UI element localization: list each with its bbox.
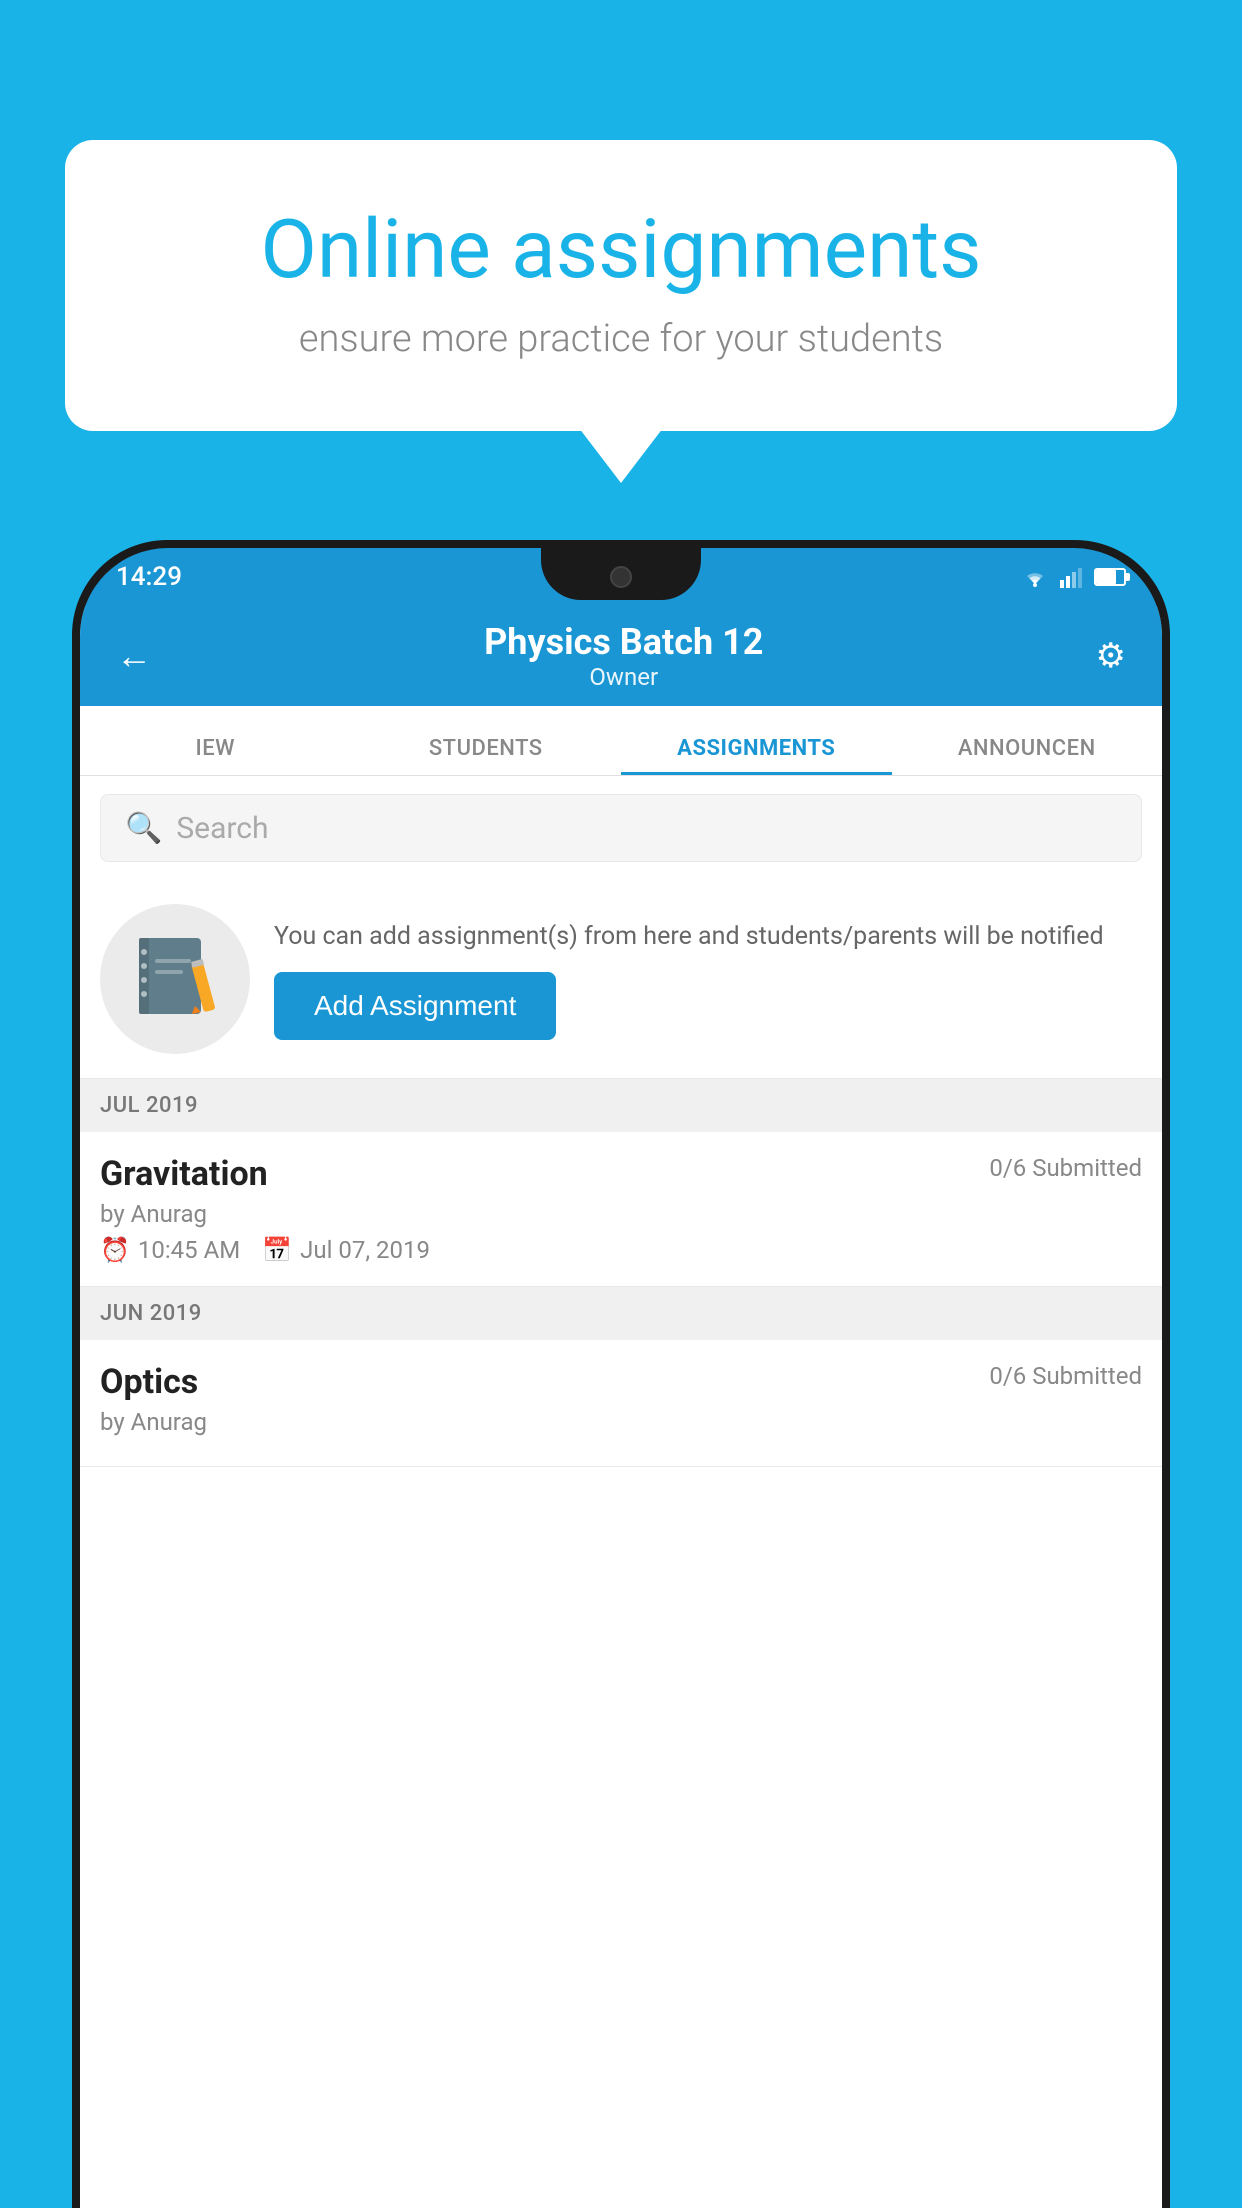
bubble-title: Online assignments: [145, 205, 1097, 295]
notebook-icon: [135, 934, 215, 1024]
tab-assignments[interactable]: ASSIGNMENTS: [621, 736, 892, 775]
batch-title: Physics Batch 12: [152, 621, 1096, 663]
phone-frame: 14:29: [72, 540, 1170, 2208]
phone-notch: [541, 548, 701, 600]
optics-by: by Anurag: [100, 1408, 1142, 1436]
optics-submitted: 0/6 Submitted: [989, 1362, 1142, 1390]
calendar-icon: 📅: [262, 1236, 292, 1264]
assignment-row1-optics: Optics 0/6 Submitted: [100, 1362, 1142, 1402]
assignment-row1: Gravitation 0/6 Submitted: [100, 1154, 1142, 1194]
meta-time: ⏰ 10:45 AM: [100, 1236, 240, 1264]
phone-inner: 14:29: [80, 548, 1162, 2208]
assignment-item-optics[interactable]: Optics 0/6 Submitted by Anurag: [80, 1340, 1162, 1467]
assignment-by: by Anurag: [100, 1200, 1142, 1228]
promo-text: You can add assignment(s) from here and …: [274, 919, 1142, 954]
clock-icon: ⏰: [100, 1236, 130, 1264]
section-jun-2019: JUN 2019: [80, 1287, 1162, 1340]
meta-date: 📅 Jul 07, 2019: [262, 1236, 430, 1264]
signal-icon: [1060, 566, 1084, 588]
battery-icon: [1094, 568, 1126, 586]
speech-bubble: Online assignments ensure more practice …: [65, 140, 1177, 431]
add-assignment-button[interactable]: Add Assignment: [274, 972, 556, 1040]
tabs-bar: IEW STUDENTS ASSIGNMENTS ANNOUNCEN: [80, 706, 1162, 776]
assignment-name: Gravitation: [100, 1154, 268, 1194]
front-camera: [610, 566, 632, 588]
assignment-item-gravitation[interactable]: Gravitation 0/6 Submitted by Anurag ⏰ 10…: [80, 1132, 1162, 1287]
search-input[interactable]: Search: [176, 811, 268, 846]
search-icon: 🔍: [125, 811, 162, 846]
back-button[interactable]: ←: [116, 635, 152, 677]
bubble-subtitle: ensure more practice for your students: [145, 317, 1097, 361]
tab-students[interactable]: STUDENTS: [351, 736, 622, 775]
settings-icon[interactable]: ⚙: [1096, 636, 1126, 676]
promo-icon-circle: [100, 904, 250, 1054]
section-jul-2019: JUL 2019: [80, 1079, 1162, 1132]
tab-announcements[interactable]: ANNOUNCEN: [892, 736, 1163, 775]
assignment-submitted: 0/6 Submitted: [989, 1154, 1142, 1182]
status-time: 14:29: [116, 562, 182, 592]
app-screen: ← Physics Batch 12 Owner ⚙ IEW STUDENTS …: [80, 606, 1162, 2208]
assignment-meta: ⏰ 10:45 AM 📅 Jul 07, 2019: [100, 1236, 1142, 1264]
wifi-icon: [1020, 566, 1050, 588]
promo-content: You can add assignment(s) from here and …: [274, 919, 1142, 1040]
batch-role: Owner: [152, 663, 1096, 691]
tab-iew[interactable]: IEW: [80, 736, 351, 775]
search-container: 🔍 Search: [80, 776, 1162, 880]
status-icons: [1020, 566, 1126, 588]
add-assignment-promo: You can add assignment(s) from here and …: [80, 880, 1162, 1079]
search-bar[interactable]: 🔍 Search: [100, 794, 1142, 862]
speech-bubble-area: Online assignments ensure more practice …: [65, 140, 1177, 431]
optics-name: Optics: [100, 1362, 198, 1402]
app-header: ← Physics Batch 12 Owner ⚙: [80, 606, 1162, 706]
header-center: Physics Batch 12 Owner: [152, 621, 1096, 691]
